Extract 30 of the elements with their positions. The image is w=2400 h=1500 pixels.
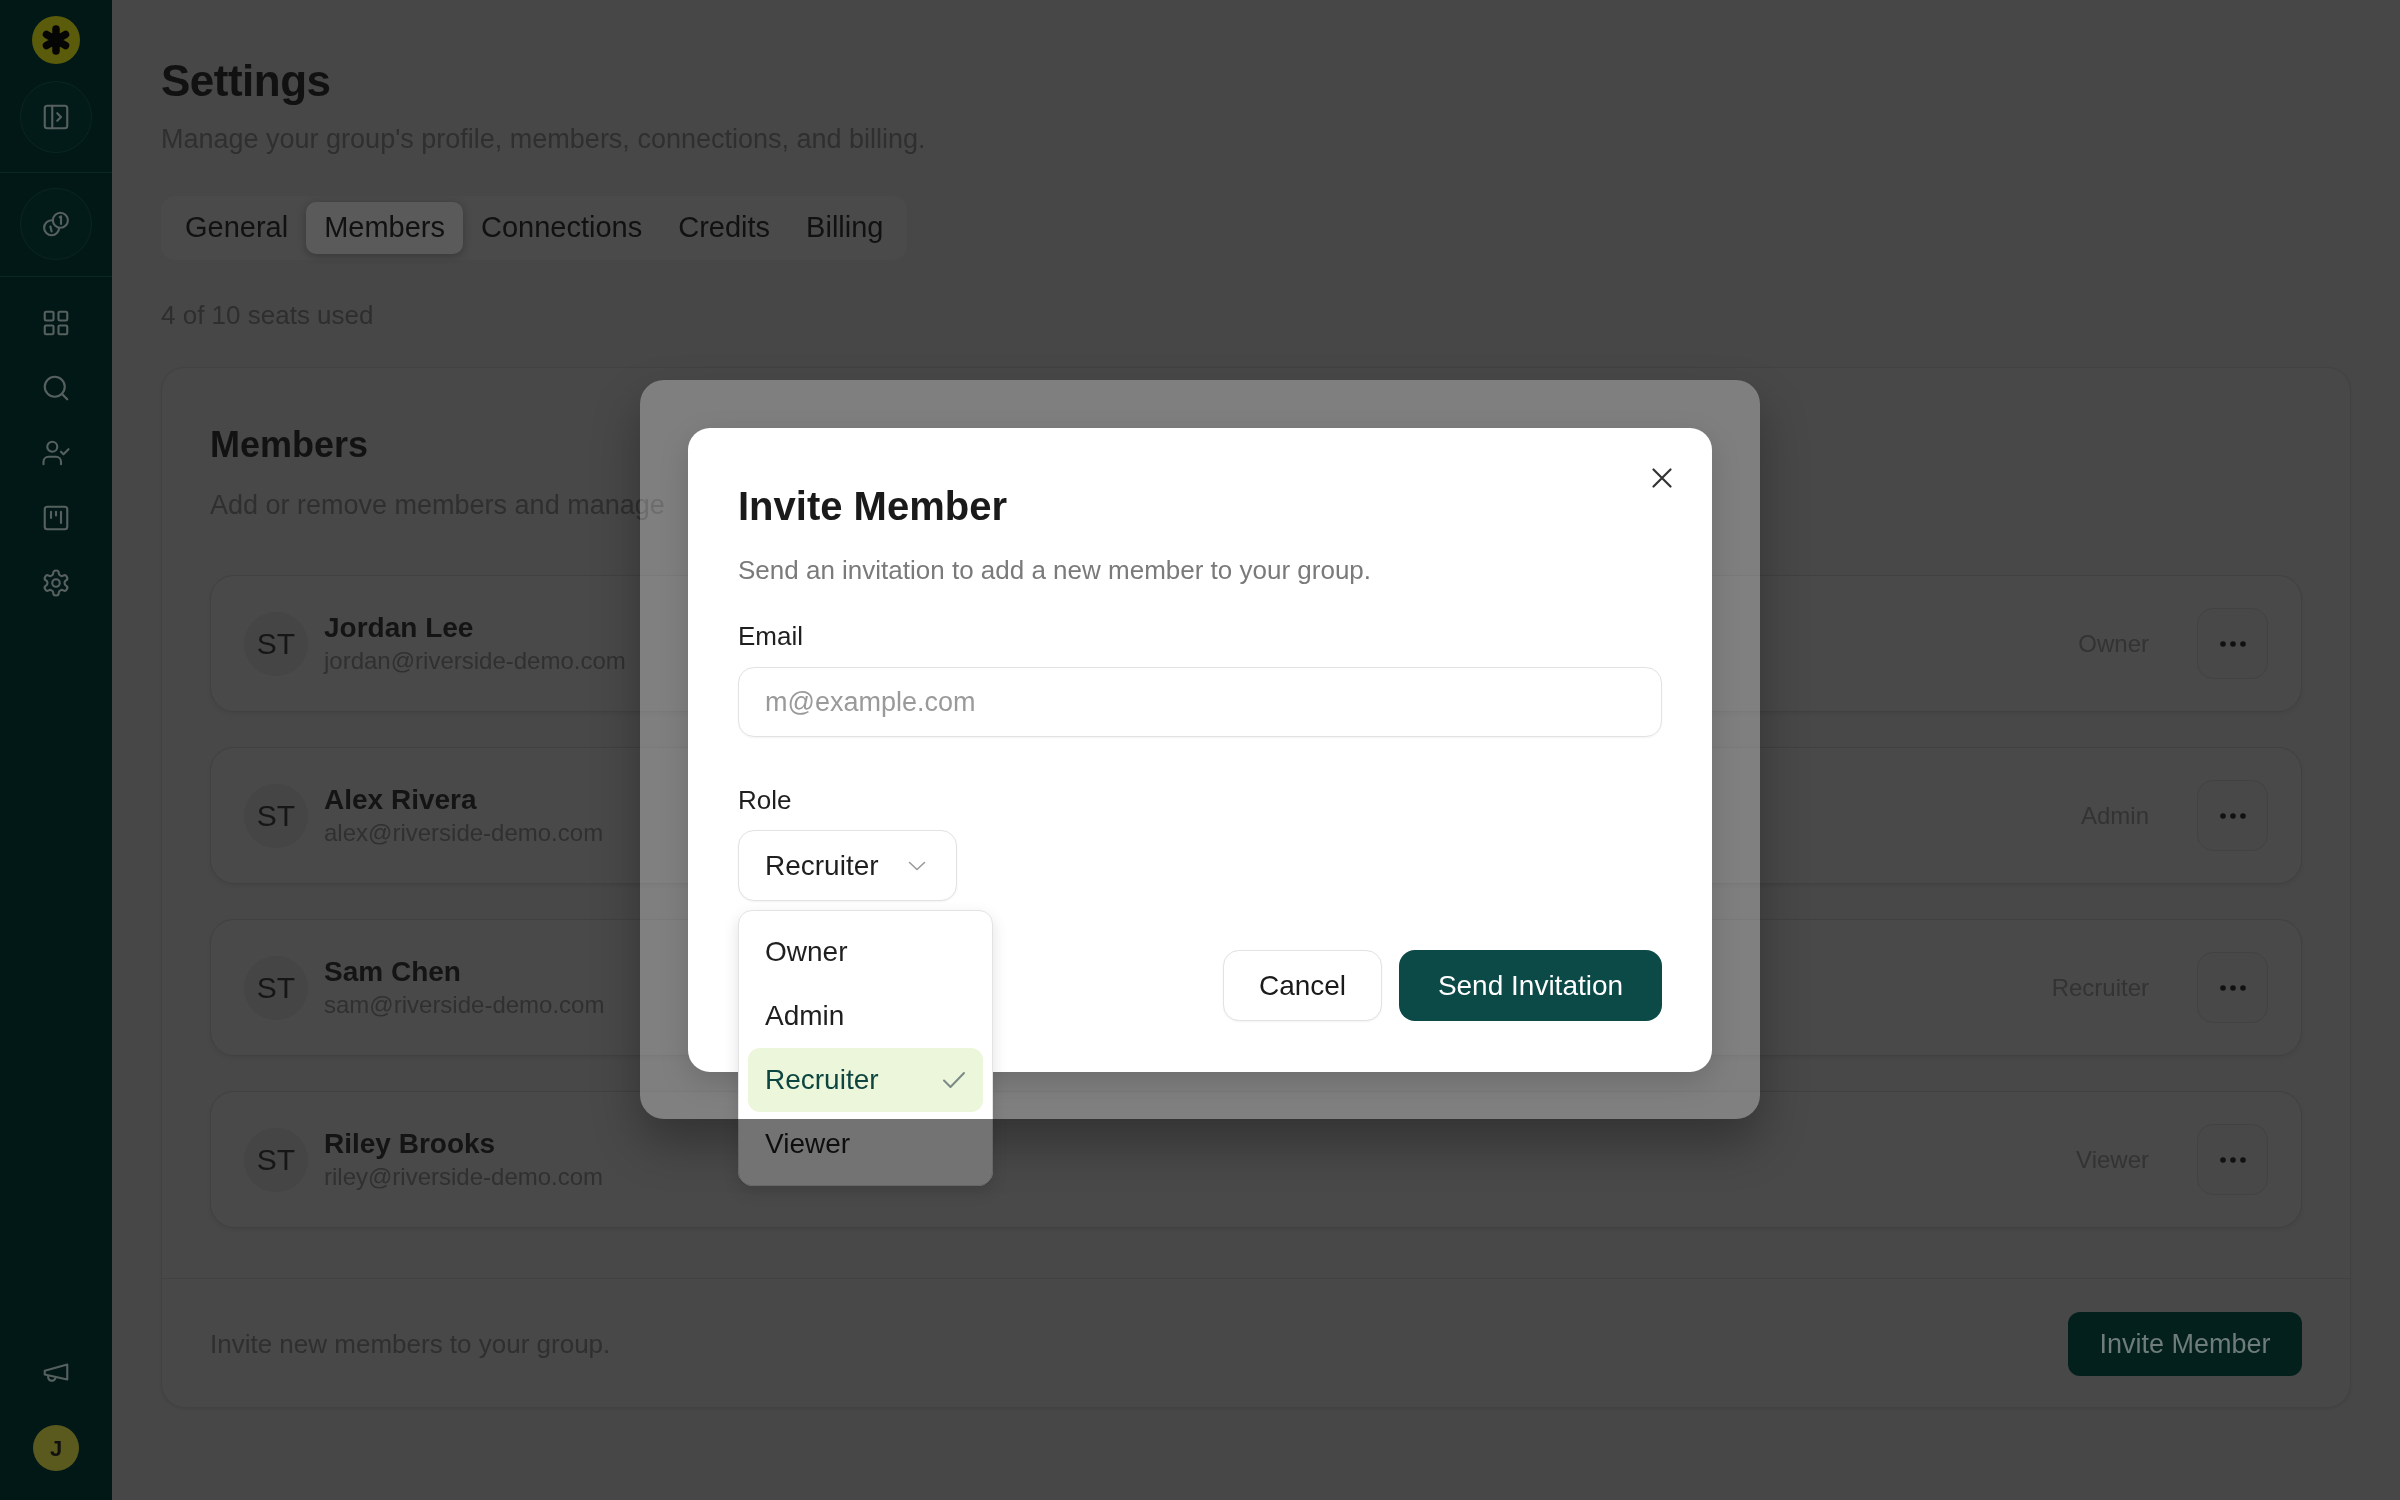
menu-option[interactable]: Owner	[748, 920, 983, 984]
tab[interactable]: Credits	[660, 202, 789, 254]
field-label: Role	[738, 784, 792, 817]
ellipsis-icon	[2219, 812, 2246, 819]
dialog-title: Invite Member	[738, 483, 1007, 530]
tab[interactable]: Billing	[788, 202, 902, 254]
invite-member-button[interactable]: Invite Member	[2068, 1312, 2302, 1376]
tab[interactable]: General	[167, 202, 307, 254]
field-label: Email	[738, 620, 803, 653]
asterisk-logo-icon[interactable]	[32, 16, 80, 64]
close-icon[interactable]	[1652, 468, 1672, 488]
ellipsis-icon	[2219, 984, 2246, 991]
coins-icon[interactable]	[20, 188, 92, 260]
cancel-button[interactable]: Cancel	[1223, 950, 1382, 1021]
menu-option[interactable]: Admin	[748, 984, 983, 1048]
user-avatar[interactable]: J	[33, 1425, 79, 1471]
settings-icon[interactable]	[41, 567, 71, 598]
send-invitation-button[interactable]: Send Invitation	[1399, 950, 1662, 1021]
dialog-description: Send an invitation to add a new member to your group.	[738, 554, 1372, 587]
email-input[interactable]: m@example.com	[738, 667, 1662, 737]
chevron-down-icon	[908, 860, 926, 871]
role-select[interactable]: Recruiter	[738, 830, 957, 901]
sidebar-toggle-icon[interactable]	[20, 81, 92, 153]
tab[interactable]: Members	[306, 202, 464, 254]
ellipsis-icon	[2219, 640, 2246, 647]
ellipsis-icon	[2219, 1156, 2246, 1163]
tab[interactable]: Connections	[463, 202, 661, 254]
check-icon	[942, 1071, 966, 1089]
menu-option[interactable]: Recruiter	[748, 1048, 983, 1112]
menu-option[interactable]: Viewer	[748, 1112, 983, 1176]
